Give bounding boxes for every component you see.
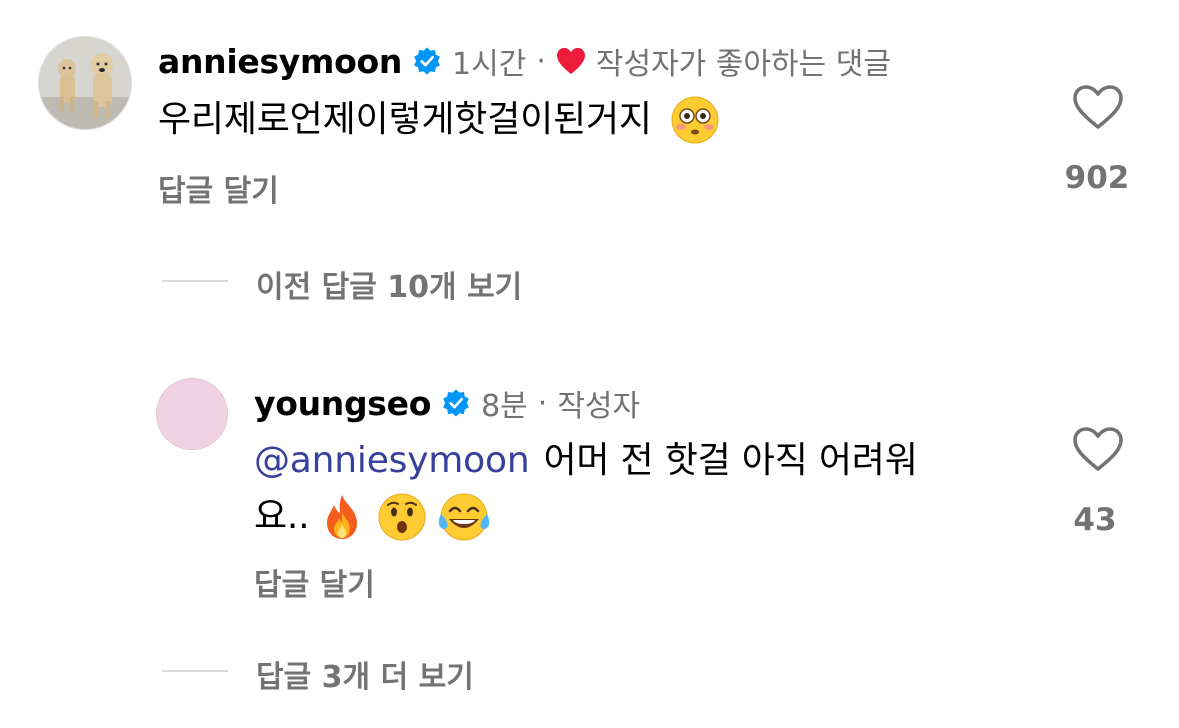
- verified-badge-icon: [414, 47, 440, 75]
- reply-reply-button[interactable]: 답글 달기: [254, 560, 375, 604]
- comment-like-count: 902: [1064, 160, 1130, 196]
- avatar-youngseo[interactable]: [156, 378, 228, 450]
- liked-by-author-label: 작성자가 좋아하는 댓글: [595, 47, 891, 82]
- reply-text: @anniesymoon 어머 전 핫걸 아직 어려워 요..: [254, 433, 1014, 545]
- comment-text-row: 우리제로언제이렇게핫걸이된거지: [158, 92, 720, 148]
- verified-badge-icon: [443, 389, 469, 417]
- separator-dot: ·: [536, 43, 546, 79]
- comment-header: anniesymoon 1시간 · 작성자가 좋아하는 댓글: [158, 40, 891, 83]
- reply-time: 8분: [481, 389, 528, 424]
- view-previous-replies-button[interactable]: 이전 답글 10개 보기: [256, 262, 522, 306]
- author-badge: 작성자: [557, 389, 641, 424]
- comment-reply-button[interactable]: 답글 달기: [158, 166, 279, 210]
- fire-emoji-icon: [327, 495, 358, 539]
- mention-link[interactable]: @anniesymoon: [254, 433, 530, 489]
- hushed-face-emoji-icon: [378, 493, 426, 541]
- flushed-face-emoji-icon: [671, 96, 719, 144]
- view-more-replies-button[interactable]: 답글 3개 더 보기: [256, 652, 474, 696]
- dog-photo-icon: [39, 37, 131, 129]
- reply-like-count: 43: [1073, 502, 1117, 538]
- thread-divider-line: [162, 280, 228, 282]
- comment-username[interactable]: anniesymoon: [158, 42, 402, 81]
- comment-like-heart-icon[interactable]: [1072, 84, 1124, 130]
- reply-username[interactable]: youngseo: [254, 384, 431, 423]
- thread-divider-line: [162, 670, 228, 672]
- reply-like-heart-icon[interactable]: [1072, 426, 1124, 472]
- separator-dot: ·: [537, 385, 548, 421]
- reply-text-line1: 어머 전 핫걸 아직 어려워: [543, 440, 918, 481]
- reply-text-line2: 요..: [254, 496, 310, 537]
- comment-text: 우리제로언제이렇게핫걸이된거지: [158, 99, 652, 140]
- avatar-anniesymoon[interactable]: [38, 36, 132, 130]
- red-heart-icon: [556, 47, 585, 75]
- reply-header: youngseo 8분 · 작성자: [254, 382, 641, 425]
- comment-time: 1시간: [452, 47, 527, 82]
- tears-of-joy-emoji-icon: [439, 493, 490, 541]
